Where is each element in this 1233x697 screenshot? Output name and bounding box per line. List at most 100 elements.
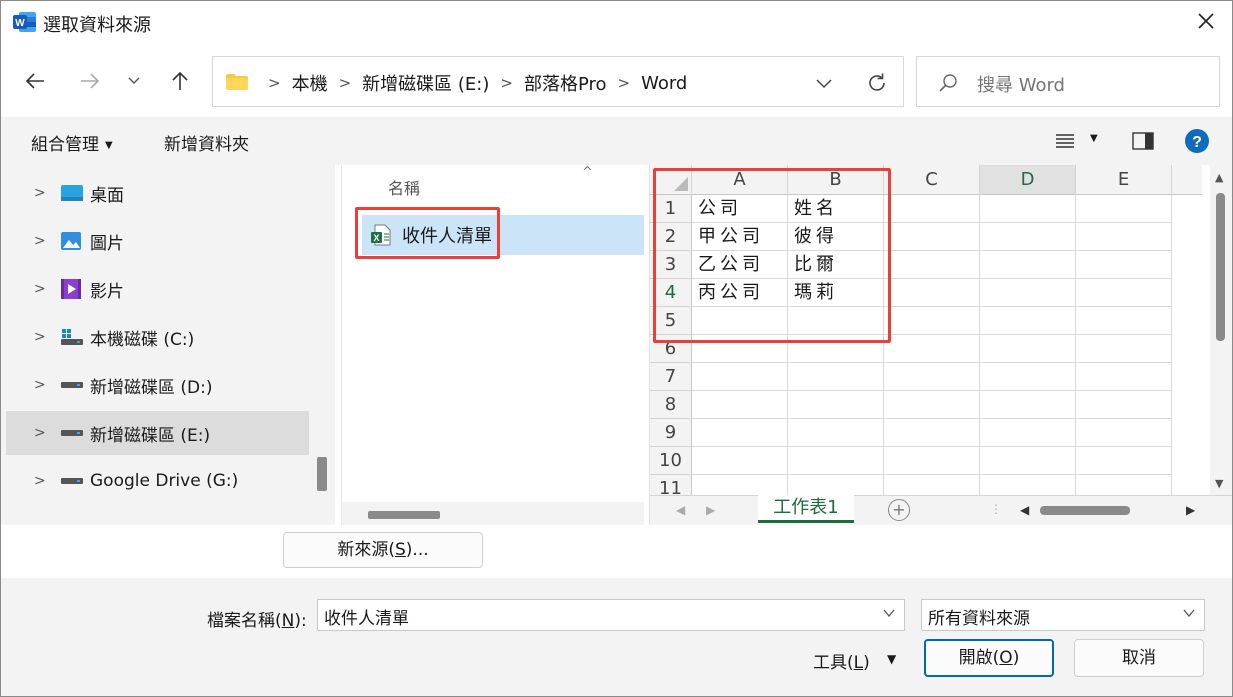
forward-button[interactable] [74,65,106,97]
sheet-cell[interactable] [1076,391,1172,419]
file-list-hscrollbar[interactable] [342,502,644,525]
sheet-cell[interactable] [788,447,884,475]
sheet-cell[interactable]: 彼得 [788,223,884,251]
row-header[interactable]: 8 [650,391,692,419]
preview-pane-icon[interactable] [1132,132,1154,150]
file-item[interactable]: X 收件人清單 [362,215,644,255]
sheet-cell[interactable] [980,195,1076,223]
sheet-cell[interactable]: 瑪莉 [788,279,884,307]
sheet-cell[interactable] [884,419,980,447]
nav-scrollbar-thumb[interactable] [317,457,327,491]
cancel-button[interactable]: 取消 [1074,639,1204,677]
sheet-cell[interactable] [980,363,1076,391]
sheet-cell[interactable]: 公司 [692,195,788,223]
sheet-cell[interactable] [788,335,884,363]
sheet-cell[interactable]: 乙公司 [692,251,788,279]
sheet-hscroll-thumb[interactable] [1040,506,1130,515]
breadcrumb-word[interactable]: Word [641,73,687,94]
organize-button[interactable]: 組合管理 ▼ [31,130,113,155]
column-header-name[interactable]: 名稱 [388,175,420,199]
row-header[interactable]: 4 [650,279,692,307]
sheet-cell[interactable]: 姓名 [788,195,884,223]
view-options-caret-icon[interactable]: ▼ [1090,133,1098,144]
scroll-left-arrow-icon[interactable]: ◀ [1020,503,1029,517]
sheet-cell[interactable] [884,195,980,223]
scroll-right-arrow-icon[interactable]: ▶ [1186,503,1195,517]
sheet-cell[interactable] [884,363,980,391]
sheet-cell[interactable] [788,391,884,419]
column-header[interactable]: A [692,165,788,195]
sheet-cell[interactable] [980,223,1076,251]
sheet-cell[interactable]: 甲公司 [692,223,788,251]
breadcrumb-this-pc[interactable]: 本機 [292,70,328,96]
sheet-cell[interactable] [884,335,980,363]
sheet-next-icon[interactable]: ▶ [706,503,715,517]
new-source-button[interactable]: 新來源(S)... [283,532,483,568]
column-header[interactable]: E [1076,165,1172,195]
sheet-cell[interactable] [884,475,980,495]
sheet-cell[interactable] [980,391,1076,419]
row-header[interactable]: 9 [650,419,692,447]
caret-down-icon[interactable]: ▼ [887,652,896,666]
row-header[interactable]: 5 [650,307,692,335]
column-header[interactable]: D [980,165,1076,195]
address-history-dropdown-icon[interactable] [813,72,835,94]
sheet-cell[interactable]: 丙公司 [692,279,788,307]
sheet-cell[interactable] [1076,195,1172,223]
sheet-cell[interactable] [1076,223,1172,251]
sheet-cell[interactable] [1076,279,1172,307]
sheet-cell[interactable] [692,447,788,475]
sheet-cell[interactable] [692,475,788,495]
sheet-cell[interactable] [884,447,980,475]
sheet-cell[interactable] [980,335,1076,363]
sheet-cell[interactable] [884,307,980,335]
breadcrumb-blog-pro[interactable]: 部落格Pro [524,70,607,96]
sheet-cell[interactable] [1076,475,1172,495]
sheet-cell[interactable] [1076,419,1172,447]
nav-item-drive-e[interactable]: > 新增磁碟區 (E:) [6,411,309,455]
row-header[interactable]: 11 [650,475,692,495]
open-button[interactable]: 開啟(O) [924,639,1054,677]
sheet-cell[interactable] [692,363,788,391]
select-all-corner[interactable] [650,165,692,195]
sheet-cell[interactable] [1076,251,1172,279]
scroll-down-arrow-icon[interactable]: ▼ [1215,477,1223,490]
sheet-cell[interactable] [980,419,1076,447]
scroll-up-arrow-icon[interactable]: ▲ [1215,171,1223,184]
row-header[interactable]: 1 [650,195,692,223]
search-box[interactable]: 搜尋 Word [916,56,1220,107]
sheet-cell[interactable] [884,223,980,251]
nav-item-videos[interactable]: > 影片 [6,267,309,311]
nav-item-desktop[interactable]: > 桌面 [6,171,309,215]
chevron-right-icon[interactable]: > [34,185,46,201]
sheet-cell[interactable] [884,391,980,419]
column-header[interactable]: B [788,165,884,195]
sheet-cell[interactable] [692,307,788,335]
file-list-hscroll-thumb[interactable] [368,511,440,519]
sheet-vscroll-thumb[interactable] [1216,193,1225,341]
sheet-cell[interactable] [980,251,1076,279]
search-input[interactable]: 搜尋 Word [977,71,1065,97]
sheet-cell[interactable] [788,307,884,335]
refresh-icon[interactable] [865,71,889,95]
sheet-tab[interactable]: 工作表1 [758,495,854,523]
sheet-cell[interactable] [884,251,980,279]
sheet-cell[interactable] [1076,335,1172,363]
nav-scrollbar[interactable] [311,165,335,525]
breadcrumb-drive-e[interactable]: 新增磁碟區 (E:) [362,70,489,96]
chevron-right-icon[interactable]: > [34,377,46,393]
nav-item-google-drive[interactable]: > Google Drive (G:) [6,459,309,503]
sheet-cell[interactable] [788,475,884,495]
sheet-cell[interactable] [788,419,884,447]
close-icon[interactable] [1194,9,1218,33]
sheet-vscrollbar[interactable]: ▲ ▼ [1210,165,1232,495]
tools-button[interactable]: 工具(L) [813,648,870,673]
row-header[interactable]: 2 [650,223,692,251]
sheet-cell[interactable] [692,335,788,363]
sheet-cell[interactable] [980,279,1076,307]
sheet-cell[interactable] [980,307,1076,335]
sheet-prev-icon[interactable]: ◀ [676,503,685,517]
more-options-icon[interactable]: ⋮ [990,502,1002,516]
sheet-cell[interactable] [1076,307,1172,335]
chevron-right-icon[interactable]: > [34,473,46,489]
